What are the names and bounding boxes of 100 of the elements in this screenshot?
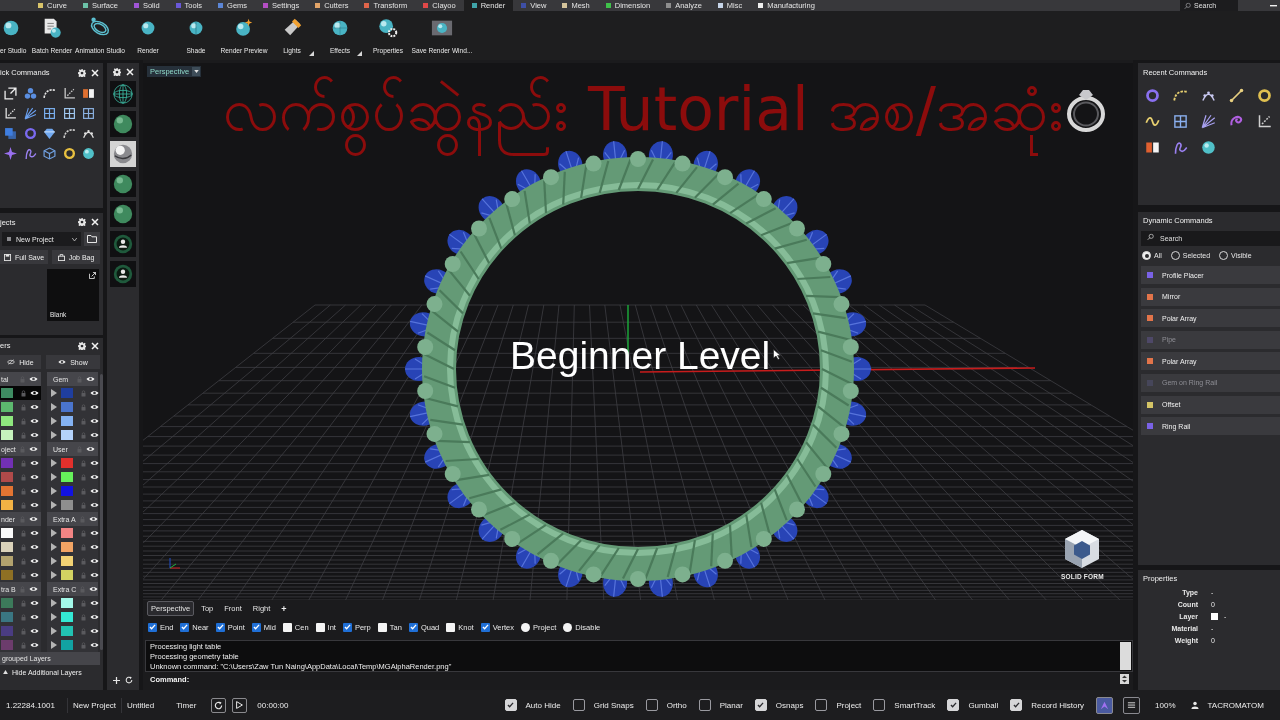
material-button[interactable]: [110, 231, 136, 257]
dashed-curve-icon[interactable]: [43, 86, 57, 100]
grid-box-icon[interactable]: [1172, 113, 1188, 129]
material-button[interactable]: [110, 201, 136, 227]
status-toggle[interactable]: Auto Hide: [504, 699, 561, 711]
corner-icon[interactable]: [4, 106, 18, 120]
script-curve-icon[interactable]: [23, 146, 37, 160]
status-toggle[interactable]: Project: [815, 699, 862, 711]
squares-icon[interactable]: [4, 126, 18, 140]
add-viewport-button[interactable]: +: [277, 603, 291, 614]
layer-row[interactable]: [47, 428, 98, 442]
checkbox[interactable]: [180, 622, 190, 632]
checkbox[interactable]: [504, 699, 517, 711]
checkbox[interactable]: [873, 699, 886, 711]
checkbox[interactable]: [251, 622, 261, 632]
lock-icon: [81, 417, 86, 425]
ring-icon[interactable]: [23, 126, 37, 140]
split-shape-icon[interactable]: [82, 86, 96, 100]
checkbox[interactable]: [1010, 699, 1023, 711]
layer-row[interactable]: [0, 428, 41, 442]
app-button[interactable]: [1096, 696, 1114, 714]
grid-box-icon[interactable]: [82, 106, 96, 120]
lock-icon: [21, 501, 26, 509]
layer-row[interactable]: [47, 596, 98, 610]
checkbox[interactable]: [572, 699, 585, 711]
scrollbar[interactable]: [100, 374, 103, 650]
line-icon[interactable]: [1228, 87, 1244, 103]
status-toggle[interactable]: Grid Snaps: [572, 699, 634, 711]
minimize-icon[interactable]: [1270, 4, 1277, 7]
list-icon: [1127, 700, 1137, 710]
sphere-icon[interactable]: [1200, 139, 1216, 155]
save-icon: [3, 253, 11, 261]
layer-row[interactable]: [0, 400, 41, 414]
layer-row[interactable]: [0, 456, 41, 470]
layer-row[interactable]: [47, 456, 98, 470]
scrollbar[interactable]: [1120, 642, 1131, 670]
checkbox[interactable]: [815, 699, 828, 711]
gem-icon[interactable]: [43, 126, 57, 140]
checkbox[interactable]: [480, 622, 490, 632]
ring-icon[interactable]: [62, 146, 76, 160]
list-button[interactable]: [1123, 696, 1141, 714]
refresh-icon[interactable]: [125, 676, 133, 684]
layer-row[interactable]: [0, 568, 41, 582]
plus-icon[interactable]: [113, 676, 120, 684]
layer-row[interactable]: [47, 526, 98, 540]
toggle[interactable]: [520, 622, 530, 632]
status-toggle[interactable]: Gumball: [947, 699, 999, 711]
frame-arrow-icon[interactable]: [4, 86, 18, 100]
material-button[interactable]: [110, 171, 136, 197]
status-toggle[interactable]: SmartTrack: [873, 699, 936, 711]
checkbox[interactable]: [698, 699, 711, 711]
checkbox[interactable]: [342, 622, 352, 632]
layer-row[interactable]: [0, 386, 41, 400]
layer-row[interactable]: [0, 526, 41, 540]
sphere-icon[interactable]: [82, 146, 96, 160]
corner-icon[interactable]: [1256, 113, 1272, 129]
status-toggle[interactable]: Osnaps: [754, 699, 804, 711]
layer-row[interactable]: [47, 386, 98, 400]
material-button[interactable]: [110, 141, 136, 167]
grid-box-icon[interactable]: [62, 106, 76, 120]
status-toggle[interactable]: Record History: [1010, 699, 1085, 711]
fan-lines-icon[interactable]: [23, 106, 37, 120]
ring-icon[interactable]: [1144, 87, 1160, 103]
folder-button[interactable]: [84, 232, 100, 246]
material-button[interactable]: [110, 111, 136, 137]
material-button[interactable]: [110, 261, 136, 287]
checkbox[interactable]: [446, 622, 456, 632]
layer-row[interactable]: [47, 568, 98, 582]
corner-icon[interactable]: [62, 86, 76, 100]
dashed-curve-icon[interactable]: [62, 126, 76, 140]
play-button[interactable]: [232, 697, 248, 713]
checkbox[interactable]: [947, 699, 960, 711]
lock-icon: [81, 613, 86, 621]
user-menu[interactable]: TACROMATOM: [1190, 700, 1264, 710]
checkbox[interactable]: [645, 699, 658, 711]
ring-icon[interactable]: [1256, 87, 1272, 103]
sparkle-icon[interactable]: [4, 146, 18, 160]
checkbox[interactable]: [377, 622, 387, 632]
layer-row[interactable]: [0, 596, 41, 610]
checkbox[interactable]: [215, 622, 225, 632]
layer-row[interactable]: [47, 498, 98, 512]
layer-row[interactable]: [47, 638, 98, 652]
checkbox[interactable]: [282, 622, 292, 632]
status-toggle[interactable]: Planar: [698, 699, 743, 711]
dashed-curve-icon[interactable]: [1172, 87, 1188, 103]
checkbox[interactable]: [148, 622, 157, 632]
cube-icon[interactable]: [43, 146, 57, 160]
settings-icon: [78, 68, 86, 77]
spheres-icon[interactable]: [23, 86, 37, 100]
fan-lines-icon[interactable]: [1200, 113, 1216, 129]
layer-row[interactable]: [0, 498, 41, 512]
grid-box-icon[interactable]: [43, 106, 57, 120]
checkbox[interactable]: [315, 622, 325, 632]
checkbox[interactable]: [408, 622, 418, 632]
script-curve-icon[interactable]: [1172, 139, 1188, 155]
layer-row[interactable]: [0, 638, 41, 652]
reset-timer-button[interactable]: [211, 697, 227, 713]
status-toggle[interactable]: Ortho: [645, 699, 687, 711]
checkbox[interactable]: [754, 699, 767, 711]
toggle[interactable]: [563, 622, 573, 632]
